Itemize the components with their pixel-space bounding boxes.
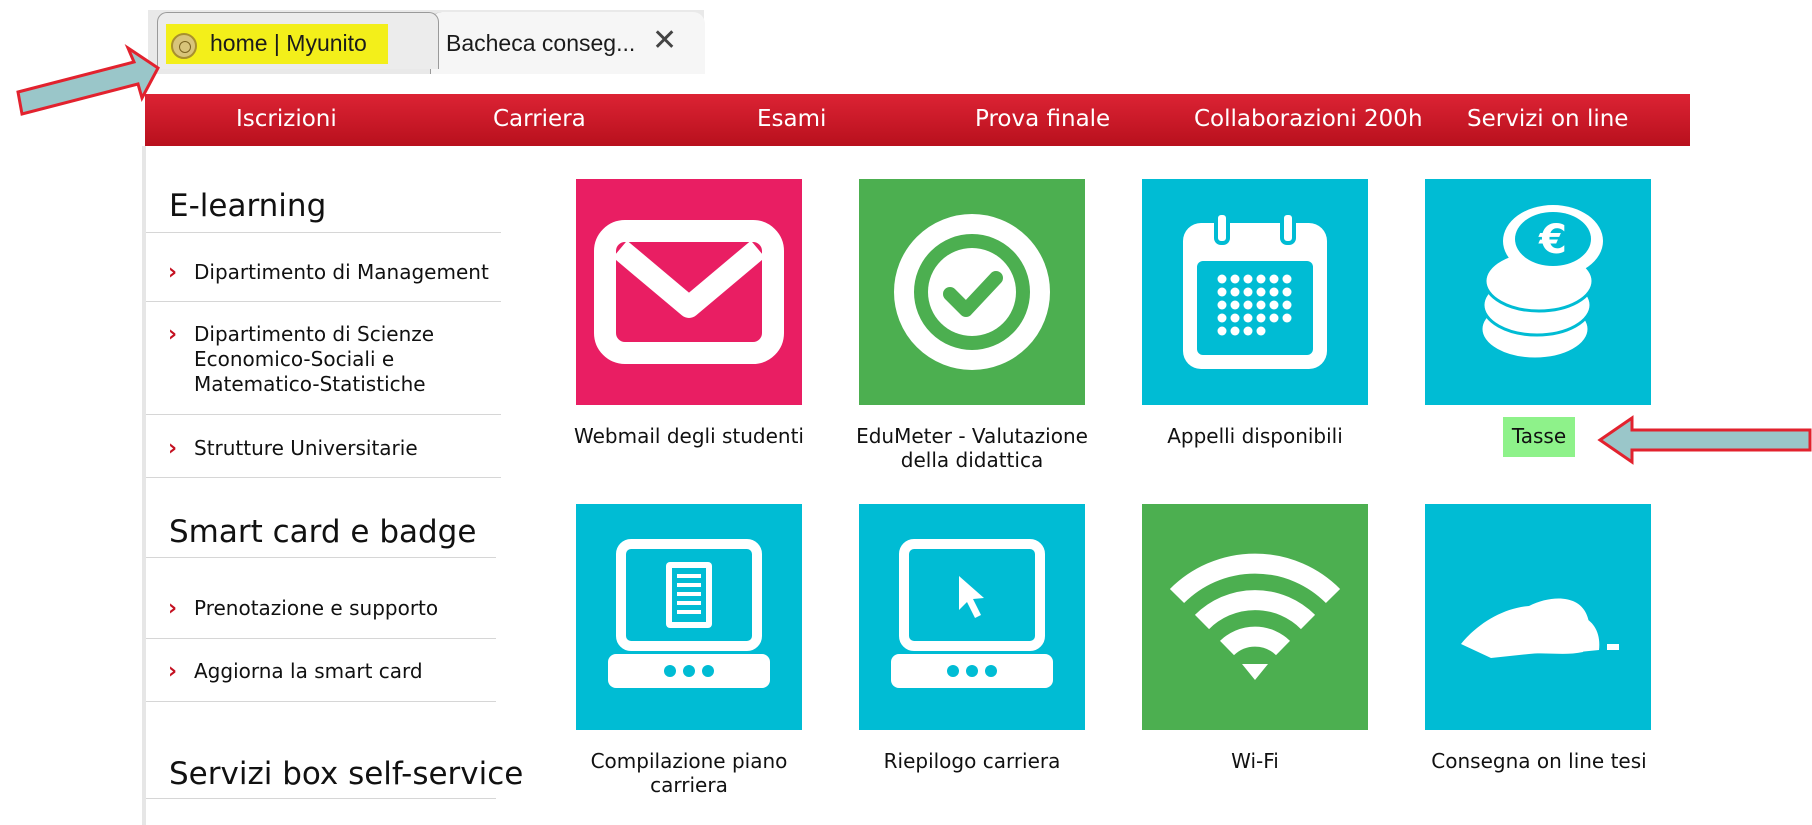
tile-label-edumeter[interactable]: EduMeter - Valutazione della didattica — [842, 424, 1102, 472]
section-title-servizi-box: Servizi box self-service — [169, 756, 524, 792]
nav-servizi-on-line[interactable]: Servizi on line — [1467, 106, 1628, 132]
nav-esami[interactable]: Esami — [757, 106, 826, 132]
tile-label-piano-carriera[interactable]: Compilazione piano carriera — [559, 749, 819, 797]
tile-riepilogo[interactable] — [859, 504, 1085, 730]
tile-consegna-tesi[interactable] — [1425, 504, 1651, 730]
divider — [146, 232, 501, 233]
sidebar-link-label: Dipartimento di Scienze Economico-Social… — [194, 322, 435, 396]
main-nav-bar — [145, 94, 1690, 146]
svg-text:€: € — [1538, 217, 1567, 263]
nav-prova-finale[interactable]: Prova finale — [975, 106, 1110, 132]
sidebar-link-label: Prenotazione e supporto — [194, 596, 439, 620]
hand-mouse-icon — [1461, 598, 1619, 658]
nav-collaborazioni[interactable]: Collaborazioni 200h — [1194, 106, 1423, 132]
close-icon[interactable]: ✕ — [652, 26, 677, 56]
chevron-right-icon: › — [168, 260, 178, 285]
chevron-right-icon: › — [168, 659, 178, 684]
tile-label-wifi[interactable]: Wi-Fi — [1125, 749, 1385, 773]
tile-edumeter[interactable] — [859, 179, 1085, 405]
tile-label-riepilogo[interactable]: Riepilogo carriera — [842, 749, 1102, 773]
envelope-icon — [594, 220, 784, 364]
tile-label-appelli[interactable]: Appelli disponibili — [1125, 424, 1385, 448]
chevron-right-icon: › — [168, 596, 178, 621]
nav-carriera[interactable]: Carriera — [493, 106, 586, 132]
divider — [146, 701, 496, 702]
laptop-document-icon — [608, 539, 770, 688]
checkmark-icon — [894, 214, 1050, 370]
tile-appelli[interactable] — [1142, 179, 1368, 405]
divider — [146, 557, 496, 558]
tile-label-webmail[interactable]: Webmail degli studenti — [559, 424, 819, 448]
divider — [146, 301, 501, 302]
chevron-right-icon: › — [168, 322, 178, 347]
nav-iscrizioni[interactable]: Iscrizioni — [236, 106, 337, 132]
divider — [146, 477, 501, 478]
tile-tasse[interactable]: € — [1425, 179, 1651, 405]
tile-piano-carriera[interactable] — [576, 504, 802, 730]
chevron-right-icon: › — [168, 436, 178, 461]
annotation-arrow-left — [16, 43, 160, 116]
calendar-icon — [1183, 211, 1327, 369]
sidebar-border — [142, 146, 146, 825]
tile-label-tasse[interactable]: Tasse — [1409, 424, 1669, 448]
divider — [146, 414, 501, 415]
tile-wifi[interactable] — [1142, 504, 1368, 730]
laptop-cursor-icon — [891, 539, 1053, 688]
euro-coins-icon: € — [1479, 205, 1603, 361]
divider — [146, 798, 496, 799]
divider — [146, 638, 496, 639]
tile-label-consegna-tesi[interactable]: Consegna on line tesi — [1409, 749, 1669, 773]
tab-title-home: home | Myunito — [210, 30, 367, 56]
tab-title-bacheca: Bacheca conseg... — [446, 30, 636, 56]
university-seal-icon — [171, 33, 197, 59]
sidebar-link-label: Aggiorna la smart card — [194, 659, 423, 683]
tile-webmail[interactable] — [576, 179, 802, 405]
section-title-smart-card: Smart card e badge — [169, 514, 477, 550]
wifi-icon — [1169, 553, 1341, 680]
sidebar-link-label: Dipartimento di Management — [194, 260, 489, 284]
sidebar-link-label: Strutture Universitarie — [194, 436, 418, 460]
section-title-e-learning: E-learning — [169, 188, 327, 224]
